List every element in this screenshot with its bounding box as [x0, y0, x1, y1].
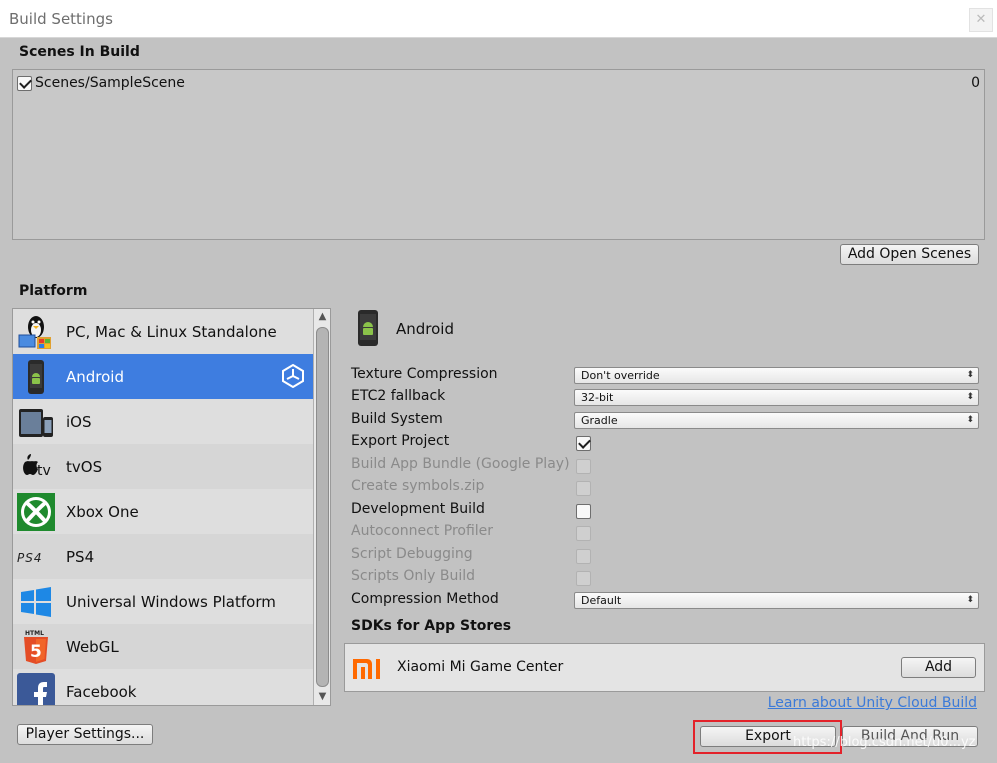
- platform-item-ps4[interactable]: PS4 PS4: [13, 534, 313, 579]
- svg-text:tv: tv: [37, 463, 51, 479]
- ios-devices-icon: [19, 409, 53, 437]
- compression-method-value: Default: [581, 594, 622, 607]
- windows-icon: [21, 587, 51, 617]
- scene-index: 0: [971, 75, 980, 91]
- platform-label-standalone: PC, Mac & Linux Standalone: [66, 323, 277, 341]
- etc2-fallback-label: ETC2 fallback: [351, 388, 446, 404]
- development-build-checkbox[interactable]: [576, 504, 591, 519]
- scenes-in-build-heading: Scenes In Build: [19, 44, 140, 60]
- build-system-value: Gradle: [581, 414, 618, 427]
- title-bar: Build Settings ✕: [0, 0, 997, 38]
- texture-compression-label: Texture Compression: [351, 366, 498, 382]
- sdk-list: Xiaomi Mi Game Center Add: [344, 643, 985, 692]
- autoconnect-profiler-checkbox: [576, 526, 591, 541]
- platform-item-webgl[interactable]: HTML 5 WebGL: [13, 624, 313, 669]
- sdks-heading: SDKs for App Stores: [351, 618, 512, 634]
- apple-tv-icon: tv: [23, 454, 51, 479]
- platform-item-ios[interactable]: iOS: [13, 399, 313, 444]
- build-app-bundle-checkbox: [576, 459, 591, 474]
- platform-heading: Platform: [19, 283, 88, 299]
- texture-compression-dropdown[interactable]: Don't override ⬍: [574, 367, 979, 384]
- player-settings-button[interactable]: Player Settings...: [17, 724, 153, 745]
- xiaomi-mi-icon: [353, 659, 380, 679]
- create-symbols-checkbox: [576, 481, 591, 496]
- build-system-dropdown[interactable]: Gradle ⬍: [574, 412, 979, 429]
- add-open-scenes-button[interactable]: Add Open Scenes: [840, 244, 979, 265]
- platform-label-android: Android: [66, 368, 124, 386]
- platform-label-uwp: Universal Windows Platform: [66, 593, 276, 611]
- facebook-icon: [17, 673, 55, 705]
- export-project-label: Export Project: [351, 433, 450, 449]
- etc2-fallback-dropdown[interactable]: 32-bit ⬍: [574, 389, 979, 406]
- compression-method-dropdown[interactable]: Default ⬍: [574, 592, 979, 609]
- development-build-label: Development Build: [351, 501, 485, 517]
- platform-scrollbar[interactable]: ▲ ▼: [313, 309, 330, 705]
- scripts-only-build-label: Scripts Only Build: [351, 568, 476, 584]
- platform-label-ps4: PS4: [66, 548, 95, 566]
- etc2-fallback-value: 32-bit: [581, 391, 614, 404]
- scroll-down-icon[interactable]: ▼: [314, 689, 330, 705]
- scroll-up-icon[interactable]: ▲: [314, 309, 330, 325]
- platform-item-standalone[interactable]: PC, Mac & Linux Standalone: [13, 309, 313, 354]
- window-title: Build Settings: [9, 10, 113, 28]
- svg-text:PS4: PS4: [17, 551, 43, 565]
- texture-compression-value: Don't override: [581, 369, 660, 382]
- platform-list[interactable]: PC, Mac & Linux Standalone Android iOS t…: [12, 308, 331, 706]
- scene-name: Scenes/SampleScene: [35, 75, 185, 91]
- scenes-list[interactable]: Scenes/SampleScene 0: [12, 69, 985, 240]
- android-phone-icon: [358, 310, 378, 346]
- platform-label-webgl: WebGL: [66, 638, 119, 656]
- build-system-label: Build System: [351, 411, 443, 427]
- svg-text:5: 5: [30, 642, 42, 662]
- platform-item-android[interactable]: Android: [13, 354, 313, 399]
- dropdown-arrows-icon: ⬍: [966, 595, 974, 605]
- close-icon[interactable]: ✕: [969, 8, 993, 32]
- add-sdk-button[interactable]: Add: [901, 657, 976, 678]
- create-symbols-label: Create symbols.zip: [351, 478, 485, 494]
- penguin-icon: [18, 316, 51, 349]
- scroll-thumb[interactable]: [316, 327, 329, 687]
- platform-item-tvos[interactable]: tv tvOS: [13, 444, 313, 489]
- platform-label-facebook: Facebook: [66, 683, 137, 701]
- script-debugging-label: Script Debugging: [351, 546, 473, 562]
- ps4-logo-icon: PS4: [17, 551, 43, 565]
- dropdown-arrows-icon: ⬍: [966, 370, 974, 380]
- dropdown-arrows-icon: ⬍: [966, 392, 974, 402]
- scene-row[interactable]: Scenes/SampleScene 0: [16, 74, 980, 94]
- scene-enabled-checkbox[interactable]: [17, 76, 32, 91]
- platform-item-facebook[interactable]: Facebook: [13, 669, 313, 705]
- platform-label-ios: iOS: [66, 413, 92, 431]
- compression-method-label: Compression Method: [351, 591, 499, 607]
- export-project-checkbox[interactable]: [576, 436, 591, 451]
- xbox-icon: [17, 493, 55, 531]
- selected-platform-title: Android: [396, 320, 454, 338]
- platform-item-uwp[interactable]: Universal Windows Platform: [13, 579, 313, 624]
- sdk-name: Xiaomi Mi Game Center: [397, 659, 564, 675]
- android-phone-icon: [28, 360, 44, 394]
- script-debugging-checkbox: [576, 549, 591, 564]
- dropdown-arrows-icon: ⬍: [966, 415, 974, 425]
- watermark: https://blog.csdn.net/u0...yz: [793, 735, 976, 750]
- unity-logo-icon: [282, 364, 304, 388]
- platform-label-xbox: Xbox One: [66, 503, 139, 521]
- platform-item-xbox[interactable]: Xbox One: [13, 489, 313, 534]
- cloud-build-link[interactable]: Learn about Unity Cloud Build: [768, 695, 977, 711]
- platform-label-tvos: tvOS: [66, 458, 103, 476]
- build-app-bundle-label: Build App Bundle (Google Play): [351, 456, 570, 472]
- html5-icon: HTML 5: [24, 630, 48, 664]
- autoconnect-profiler-label: Autoconnect Profiler: [351, 523, 494, 539]
- scripts-only-build-checkbox: [576, 571, 591, 586]
- svg-text:HTML: HTML: [25, 630, 44, 637]
